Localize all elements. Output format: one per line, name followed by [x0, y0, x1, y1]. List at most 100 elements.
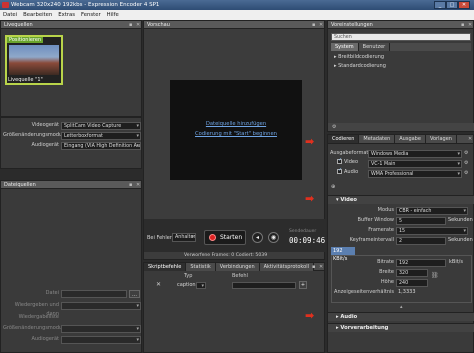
- close-panel-icon[interactable]: ✕: [136, 182, 140, 188]
- live-source-caption: Livequelle "1": [8, 77, 43, 83]
- bitrate-input[interactable]: 192: [396, 259, 446, 267]
- aspect-ratio-value[interactable]: 1,3333: [398, 288, 416, 297]
- source-settings-panel: Videogerät SplitCam Video Capture Größen…: [0, 117, 142, 169]
- presets-search-input[interactable]: Suchen: [331, 33, 471, 41]
- pin-icon[interactable]: ▪: [461, 22, 464, 28]
- file-audio-device-select[interactable]: [61, 336, 141, 344]
- audio-codec-select[interactable]: WMA Professional: [368, 170, 462, 178]
- output-format-select[interactable]: Windows Media: [368, 150, 462, 158]
- snapshot-icon[interactable]: ◉: [268, 232, 279, 243]
- col-command: Befehl: [232, 273, 248, 279]
- preset-item-label: Standardcodierung: [338, 63, 386, 69]
- video-checkbox[interactable]: Video: [337, 157, 359, 165]
- position-badge[interactable]: Positionieren: [7, 37, 44, 43]
- settings-icon[interactable]: ⚙: [464, 170, 468, 176]
- start-button[interactable]: Starten: [204, 230, 246, 245]
- encode-tabs: Codieren Metadaten Ausgabe Vorlagen: [328, 135, 473, 144]
- live-source-thumbnail[interactable]: Positionieren Livequelle "1": [5, 35, 63, 85]
- video-section-title: Video: [340, 197, 357, 203]
- tab-system[interactable]: System: [331, 43, 359, 51]
- start-label: Starten: [220, 234, 243, 241]
- preprocess-section-header[interactable]: ▸ Vorverarbeitung: [328, 323, 474, 332]
- delete-row-icon[interactable]: ✕: [156, 281, 161, 288]
- tab-statistics[interactable]: Statistik: [186, 263, 216, 271]
- maximize-button[interactable]: □: [446, 1, 458, 9]
- mode-select[interactable]: CBR - einfach: [396, 207, 468, 215]
- frames-status: Verworfene Frames: 0 Codiert: 5039: [184, 253, 268, 258]
- script-tabs: Skriptbefehle Statistik Verbindungen Aktivi…: [144, 263, 324, 271]
- pin-icon[interactable]: ▪: [312, 22, 315, 28]
- file-field[interactable]: [61, 290, 127, 298]
- keyframe-input[interactable]: 2: [396, 237, 446, 245]
- play-then-select[interactable]: [61, 302, 141, 310]
- tab-metadata[interactable]: Metadaten: [359, 135, 396, 143]
- audio-section-header[interactable]: ▸ Audio: [328, 312, 474, 321]
- settings-icon[interactable]: ⚙: [332, 124, 336, 130]
- audio-section-title: Audio: [340, 314, 358, 320]
- tab-templates[interactable]: Vorlagen: [425, 135, 457, 143]
- tab-user[interactable]: Benutzer: [358, 43, 391, 51]
- audio-checkbox[interactable]: Audio: [337, 167, 359, 175]
- broadcast-time: 00:09:46: [289, 236, 326, 245]
- close-panel-icon[interactable]: ✕: [319, 22, 323, 28]
- pin-icon[interactable]: ▪: [129, 182, 132, 188]
- video-device-select[interactable]: SplitCam Video Capture: [61, 122, 141, 130]
- check-icon: [337, 157, 342, 164]
- preset-item-standard[interactable]: ▸ Standardcodierung: [334, 63, 386, 69]
- tab-connections[interactable]: Verbindungen: [215, 263, 260, 271]
- row-type[interactable]: caption: [177, 282, 196, 288]
- row-command-field[interactable]: [232, 282, 296, 289]
- buffer-window-input[interactable]: 5: [396, 217, 446, 225]
- preset-item-label: Breitbildcodierung: [338, 54, 385, 60]
- menu-file[interactable]: Datei: [0, 10, 20, 20]
- audio-device-select[interactable]: Eingang (VIA High Definition Aud: [61, 142, 141, 150]
- on-error-label: Bei Fehler: [147, 235, 172, 241]
- stream-tab[interactable]: 192 KBit/s: [331, 247, 355, 262]
- preset-item-widescreen[interactable]: ▸ Breitbildcodierung: [334, 54, 384, 60]
- webcam-image: [9, 45, 59, 75]
- tab-script-commands[interactable]: Skriptbefehle: [144, 263, 187, 271]
- pin-icon[interactable]: ▪: [312, 264, 315, 270]
- video-codec-select[interactable]: VC-1 Main: [368, 160, 462, 168]
- on-error-select[interactable]: Anhalten: [172, 233, 196, 242]
- add-file-source-link[interactable]: Dateiquelle hinzufügen: [170, 121, 302, 127]
- close-button[interactable]: ✕: [458, 1, 470, 9]
- close-panel-icon[interactable]: ✕: [136, 22, 140, 28]
- width-input[interactable]: 320: [396, 269, 428, 277]
- tab-encode[interactable]: Codieren: [328, 135, 360, 143]
- start-encoding-link[interactable]: Codierung mit "Start" beginnen: [170, 131, 302, 137]
- video-codec-label: Video: [344, 159, 359, 165]
- add-row-button[interactable]: +: [299, 281, 307, 289]
- menu-help[interactable]: Hilfe: [104, 10, 122, 20]
- tab-output[interactable]: Ausgabe: [395, 135, 426, 143]
- mode-label: Modus: [377, 207, 394, 213]
- close-panel-icon[interactable]: ✕: [468, 22, 472, 28]
- link-aspect-icon[interactable]: ⛓: [431, 272, 439, 279]
- volume-icon[interactable]: ◂: [252, 232, 263, 243]
- framerate-select[interactable]: 15: [396, 227, 468, 235]
- resize-mode-select[interactable]: Letterboxformat: [61, 132, 141, 140]
- browse-button[interactable]: …: [129, 290, 140, 298]
- row-type-select[interactable]: [196, 282, 206, 289]
- collapse-icon[interactable]: ▴: [400, 304, 403, 310]
- close-panel-icon[interactable]: ✕: [468, 136, 472, 142]
- pin-icon[interactable]: ▪: [129, 22, 132, 28]
- audio-codec-label: Audio: [344, 169, 359, 175]
- close-panel-icon[interactable]: ✕: [319, 264, 323, 270]
- live-sources-header: Livequellen: [1, 21, 141, 29]
- menu-window[interactable]: Fenster: [78, 10, 104, 20]
- file-resize-mode-select[interactable]: [61, 325, 141, 333]
- video-section-header[interactable]: ▾ Video: [328, 195, 474, 204]
- file-audio-device-label: Audiogerät: [31, 336, 59, 342]
- menu-tools[interactable]: Extras: [55, 10, 78, 20]
- arrow-icon: ➡: [305, 192, 315, 205]
- menu-edit[interactable]: Bearbeiten: [20, 10, 55, 20]
- presets-header: Voreinstellungen: [328, 21, 473, 29]
- settings-icon[interactable]: ⚙: [464, 160, 468, 166]
- minimize-button[interactable]: _: [434, 1, 446, 9]
- add-stream-icon[interactable]: ⊕: [331, 184, 335, 190]
- audio-device-label: Audiogerät: [31, 142, 59, 148]
- settings-icon[interactable]: ⚙: [464, 150, 468, 156]
- tab-activity-log[interactable]: Aktivitätsprotokoll: [259, 263, 314, 271]
- height-input[interactable]: 240: [396, 279, 428, 287]
